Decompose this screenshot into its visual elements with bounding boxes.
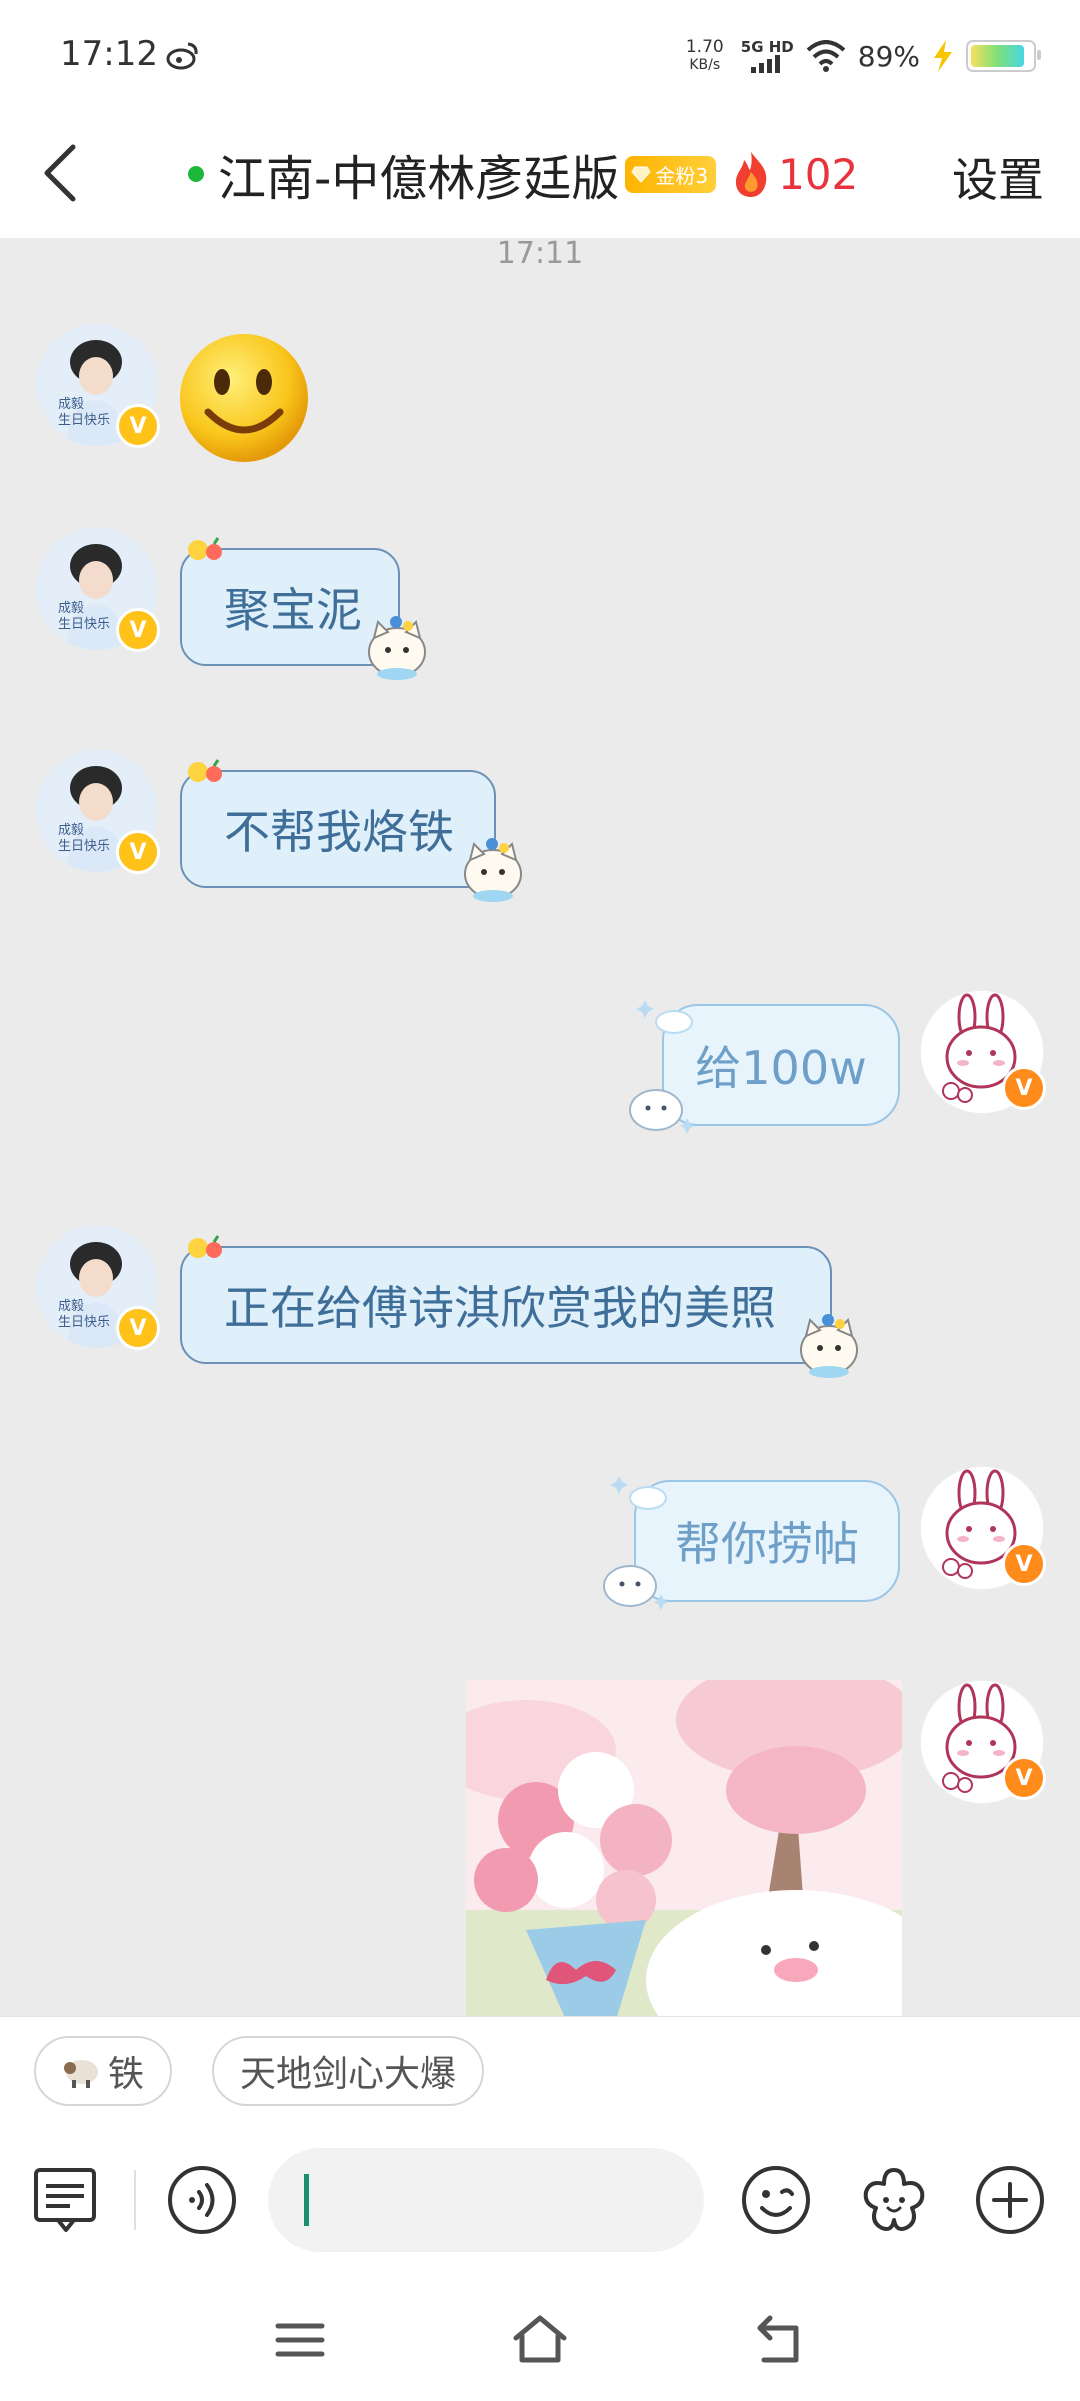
fruit-decoration-icon	[188, 537, 222, 560]
back-nav-icon[interactable]	[750, 2312, 810, 2368]
message-text: 不帮我烙铁	[224, 805, 454, 859]
online-status-dot	[188, 166, 204, 182]
message-bubble-received[interactable]: 不帮我烙铁	[180, 770, 496, 888]
verified-badge-icon: V	[116, 608, 160, 652]
cat-sticker-decoration-icon	[800, 1314, 858, 1378]
svg-text:生日快乐: 生日快乐	[58, 413, 110, 428]
fire-icon	[735, 152, 767, 197]
svg-text:生日快乐: 生日快乐	[58, 1315, 110, 1330]
signal-bars-icon	[751, 55, 781, 73]
menu-icon[interactable]	[270, 2312, 330, 2368]
net-speed-value: 1.70	[685, 37, 724, 57]
svg-text:成毅: 成毅	[58, 1298, 84, 1314]
charging-bolt-icon	[934, 40, 952, 72]
cloud-sparkle-decoration-icon	[636, 1000, 693, 1034]
status-time: 17:12	[60, 34, 158, 74]
verified-badge-icon: V	[1002, 1542, 1046, 1586]
signal-label: 5G HD	[740, 38, 794, 56]
emoji-icon[interactable]	[740, 2164, 812, 2236]
sticker-illustration	[466, 1680, 902, 2020]
fruit-decoration-icon	[188, 759, 222, 782]
svg-text:生日快乐: 生日快乐	[58, 617, 110, 632]
cellular-signal: 5G HD	[741, 39, 794, 73]
flower-bouquet-sticker-image[interactable]	[466, 1680, 902, 2020]
wifi-icon	[806, 40, 846, 72]
voice-icon[interactable]	[166, 2164, 238, 2236]
chat-title: 江南-中億林彥廷版	[218, 151, 620, 207]
message-text: 聚宝泥	[224, 583, 362, 637]
verified-badge-icon: V	[116, 830, 160, 874]
message-bubble-sent[interactable]: 帮你捞帖	[634, 1480, 900, 1602]
status-indicators: 1.70 KB/s 5G HD 89%	[681, 34, 1041, 78]
quick-reply-chip[interactable]: 天地剑心大爆	[212, 2036, 485, 2106]
message-input[interactable]	[268, 2148, 704, 2252]
top-bar: 17:12 1.70 KB/s 5G HD 89% 江南-中億林彥廷版 金粉3 …	[0, 0, 1080, 238]
home-icon[interactable]	[510, 2312, 570, 2368]
quick-reply-chip[interactable]: 铁	[34, 2036, 173, 2106]
svg-text:生日快乐: 生日快乐	[58, 839, 110, 854]
svg-text:成毅: 成毅	[58, 396, 84, 412]
battery-percent: 89%	[857, 39, 920, 73]
cat-sticker-decoration-icon	[368, 616, 426, 680]
bear-sticker-decoration-icon	[603, 1565, 668, 1610]
fan-level-badge: 金粉3	[625, 155, 717, 193]
quick-reply-label: 铁	[108, 2054, 145, 2095]
smile-emoji-image[interactable]	[176, 330, 312, 466]
svg-text:成毅: 成毅	[58, 600, 84, 616]
flower-sticker-icon[interactable]	[858, 2164, 930, 2236]
verified-badge-icon: V	[1002, 1066, 1046, 1110]
toolbar-divider	[134, 2170, 136, 2230]
cloud-sparkle-decoration-icon	[610, 1476, 667, 1510]
message-bubble-received[interactable]: 正在给傅诗淇欣赏我的美照	[180, 1246, 832, 1364]
chat-title-area[interactable]: 江南-中億林彥廷版 金粉3 102	[188, 138, 858, 210]
verified-badge-icon: V	[116, 404, 160, 448]
verified-badge-icon: V	[1002, 1756, 1046, 1800]
quick-reply-label: 天地剑心大爆	[240, 2054, 457, 2095]
bear-sticker-decoration-icon	[629, 1089, 694, 1134]
message-text: 给100w	[695, 1041, 867, 1095]
battery-tip	[1037, 50, 1041, 60]
verified-badge-icon: V	[116, 1306, 160, 1350]
message-text: 帮你捞帖	[675, 1517, 859, 1571]
plus-icon[interactable]	[974, 2164, 1046, 2236]
fan-badge-label: 金粉3	[655, 163, 709, 188]
fire-count: 102	[778, 149, 859, 199]
message-timestamp: 17:11	[496, 236, 584, 271]
back-button[interactable]	[36, 140, 86, 206]
fruit-decoration-icon	[188, 1235, 222, 1258]
battery-icon	[966, 40, 1041, 72]
settings-button[interactable]: 设置	[952, 144, 1044, 210]
text-cursor	[304, 2174, 309, 2226]
net-speed: 1.70 KB/s	[681, 38, 729, 74]
sheep-icon	[64, 2060, 98, 2088]
message-list-icon[interactable]	[30, 2164, 102, 2236]
message-text: 正在给傅诗淇欣赏我的美照	[224, 1281, 776, 1335]
message-bubble-sent[interactable]: 给100w	[662, 1004, 900, 1126]
chevron-left-icon	[44, 144, 76, 202]
gem-icon	[631, 166, 651, 183]
cat-sticker-decoration-icon	[464, 838, 522, 902]
svg-text:成毅: 成毅	[58, 822, 84, 838]
weibo-icon	[166, 42, 198, 70]
battery-fill	[971, 45, 1024, 67]
net-speed-unit: KB/s	[689, 57, 721, 73]
